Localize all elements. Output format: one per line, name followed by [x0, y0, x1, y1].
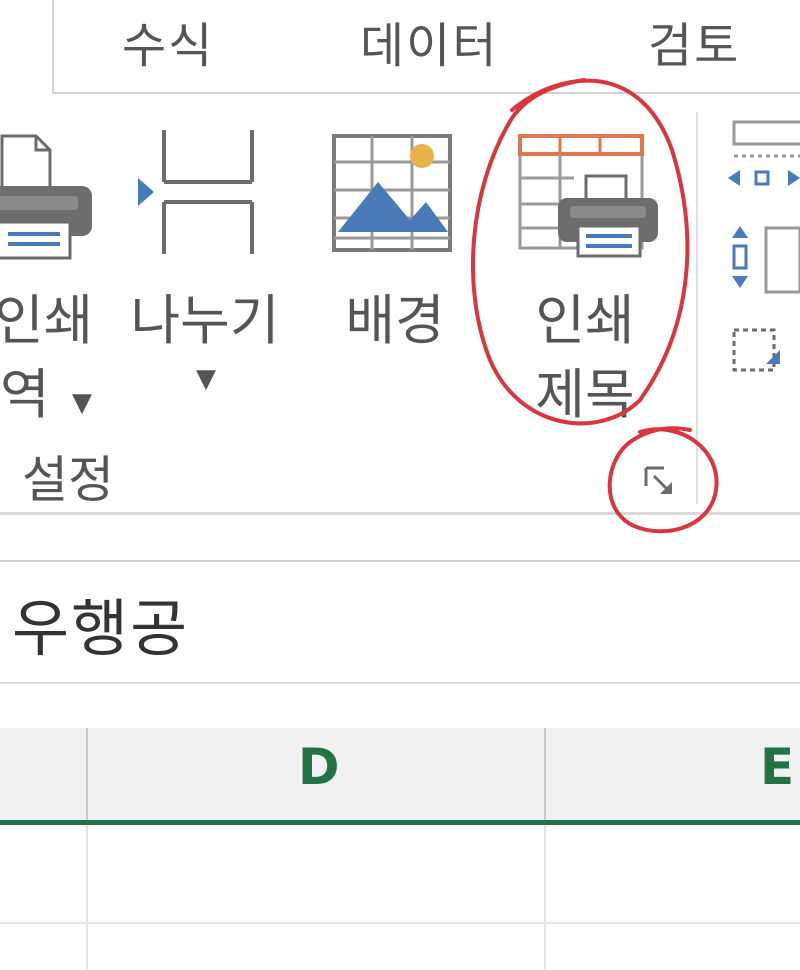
background-button[interactable]: 배경 [320, 126, 470, 386]
breaks-label: 나누기 [130, 289, 280, 352]
breaks-dropdown-caret[interactable]: ▼ [196, 364, 216, 394]
formula-bar-top-border [0, 560, 800, 562]
print-titles-label-1: 인쇄 [535, 289, 635, 352]
background-image-icon [332, 134, 452, 252]
column-header-e[interactable]: E [760, 738, 794, 796]
formula-bar-content[interactable]: 우행공 [12, 578, 189, 668]
cell-gridline [86, 825, 88, 970]
print-area-label-2: 역 [0, 363, 50, 426]
tab-formulas[interactable]: 수식 [122, 6, 214, 76]
print-titles-button[interactable]: 인쇄 제목 [500, 126, 670, 426]
ribbon-bottom-border [0, 512, 800, 515]
column-header-separator [544, 728, 546, 820]
formula-bar-bottom-border [0, 682, 800, 684]
dialog-launcher-icon[interactable] [640, 462, 680, 502]
print-area-button[interactable]: 인쇄 역 ▼ [0, 126, 100, 426]
page-setup-group-label: 설정 [22, 451, 114, 509]
column-header-row [0, 728, 800, 820]
ribbon-group-separator [696, 112, 698, 504]
page-setup-small-icons [728, 120, 800, 372]
print-titles-icon [518, 134, 658, 258]
breaks-button[interactable]: 나누기 ▼ [120, 126, 290, 426]
tab-review[interactable]: 검토 [648, 6, 740, 76]
print-titles-label-2: 제목 [535, 363, 635, 426]
cell-gridline [0, 922, 800, 924]
tab-data[interactable]: 데이터 [360, 6, 498, 76]
tab-divider [52, 0, 54, 94]
page-break-icon [138, 130, 254, 254]
column-header-d[interactable]: D [298, 738, 340, 796]
print-area-dropdown-caret[interactable]: ▼ [72, 388, 92, 418]
background-label: 배경 [345, 289, 445, 352]
printer-icon [0, 134, 92, 260]
print-area-label-1: 인쇄 [0, 289, 94, 352]
cell-e1[interactable] [548, 825, 800, 921]
column-header-separator [86, 728, 88, 820]
cell-gridline [544, 825, 546, 970]
cell-d1[interactable] [90, 825, 542, 921]
